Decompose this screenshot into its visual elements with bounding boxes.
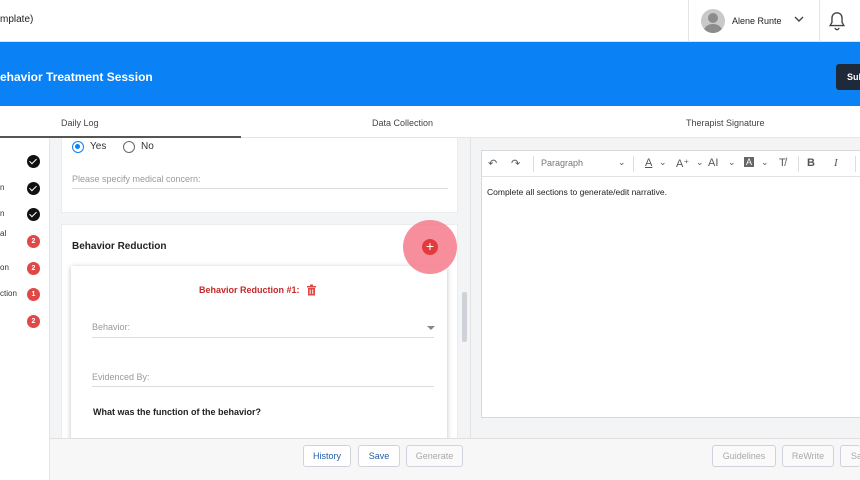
sidebar-item[interactable]: al 2 <box>0 229 50 249</box>
section-title: Behavior Reduction <box>72 241 167 252</box>
editor-toolbar: ↶ ↷ Paragraph ⌄ A ⌄ A⁺ ⌄ AI ⌄ A ⌄ T̸ B I <box>482 151 860 177</box>
sidebar-item[interactable]: n <box>0 182 50 196</box>
toolbar-divider <box>855 156 856 172</box>
scrollbar[interactable] <box>462 292 467 342</box>
form-actions: History Save Generate <box>50 438 470 480</box>
function-question: What was the function of the behavior? <box>93 407 262 417</box>
user-menu[interactable]: Alene Runte <box>688 0 820 42</box>
sidebar-item-label: ction <box>0 289 17 298</box>
avatar <box>701 9 725 33</box>
dropdown-arrow-icon <box>427 326 435 330</box>
count-badge: 2 <box>27 262 40 275</box>
check-icon <box>27 155 40 168</box>
top-bar: mplate) Alene Runte <box>0 0 860 42</box>
narrative-actions: Guidelines ReWrite Sa <box>470 438 860 480</box>
generate-button[interactable]: Generate <box>406 445 463 467</box>
add-behavior-button[interactable]: + <box>403 220 457 274</box>
tab-therapist-signature[interactable]: Therapist Signature <box>686 118 765 128</box>
sidebar-item[interactable]: ction 1 <box>0 288 50 302</box>
toolbar-divider <box>798 156 799 172</box>
clear-format-icon[interactable]: T̸ <box>779 157 786 169</box>
input-underline <box>92 386 434 387</box>
submit-button[interactable]: Sub <box>836 64 860 90</box>
behavior-reduction-item: Behavior Reduction #1: Behavior: Evidenc… <box>71 266 447 438</box>
item-title: Behavior Reduction #1: <box>199 285 300 295</box>
italic-icon[interactable]: I <box>834 157 838 169</box>
sidebar-item[interactable]: 2 <box>0 315 50 329</box>
highlight-icon[interactable]: A <box>744 157 755 167</box>
tab-bar: Daily Log Data Collection Therapist Sign… <box>0 106 860 138</box>
count-badge: 1 <box>27 288 40 301</box>
check-icon <box>27 182 40 195</box>
text-case-icon[interactable]: AI <box>708 157 718 169</box>
count-badge: 2 <box>27 315 40 328</box>
chevron-down-icon: ⌄ <box>696 157 704 167</box>
section-sidebar: n n al 2 on 2 ction 1 2 <box>0 138 50 480</box>
yes-label: Yes <box>90 141 107 152</box>
user-name: Alene Runte <box>732 16 782 26</box>
redo-icon[interactable]: ↷ <box>511 157 520 170</box>
rewrite-button[interactable]: ReWrite <box>782 445 834 467</box>
chevron-down-icon <box>794 16 804 22</box>
plus-icon: + <box>422 239 438 255</box>
input-underline <box>92 337 434 338</box>
sidebar-item[interactable]: n <box>0 208 50 222</box>
toolbar-divider <box>633 156 634 172</box>
chevron-down-icon: ⌄ <box>761 157 769 167</box>
font-color-icon[interactable]: A <box>645 157 652 169</box>
chevron-down-icon: ⌄ <box>728 157 736 167</box>
page-title: ehavior Treatment Session <box>0 70 153 84</box>
no-label: No <box>141 141 154 152</box>
bell-icon[interactable] <box>826 10 848 32</box>
chevron-down-icon: ⌄ <box>659 157 667 167</box>
save-narrative-button[interactable]: Sa <box>840 445 860 467</box>
yes-radio[interactable] <box>72 141 84 153</box>
narrative-pane: ↶ ↷ Paragraph ⌄ A ⌄ A⁺ ⌄ AI ⌄ A ⌄ T̸ B I… <box>470 138 860 438</box>
medical-concern-card: Yes No Please specify medical concern: <box>61 138 458 213</box>
paragraph-style-select[interactable]: Paragraph <box>541 158 583 168</box>
tab-data-collection[interactable]: Data Collection <box>372 118 433 128</box>
no-radio[interactable] <box>123 141 135 153</box>
behavior-select[interactable]: Behavior: <box>92 322 130 332</box>
narrative-text: Complete all sections to generate/edit n… <box>487 187 668 197</box>
sidebar-item[interactable] <box>0 155 50 169</box>
sidebar-item-label: n <box>0 183 5 192</box>
sidebar-item[interactable]: on 2 <box>0 262 50 276</box>
bold-icon[interactable]: B <box>807 157 815 169</box>
guidelines-button[interactable]: Guidelines <box>712 445 776 467</box>
save-button[interactable]: Save <box>358 445 400 467</box>
sidebar-item-label: al <box>0 229 7 238</box>
daily-log-form: Yes No Please specify medical concern: B… <box>50 138 462 438</box>
undo-icon[interactable]: ↶ <box>488 157 497 170</box>
count-badge: 2 <box>27 235 40 248</box>
sidebar-item-label: n <box>0 209 5 218</box>
check-icon <box>27 208 40 221</box>
tab-daily-log[interactable]: Daily Log <box>61 118 99 128</box>
medical-concern-input[interactable]: Please specify medical concern: <box>72 174 201 184</box>
input-underline <box>72 188 448 189</box>
history-button[interactable]: History <box>303 445 351 467</box>
document-title: mplate) <box>0 14 34 25</box>
font-size-icon[interactable]: A⁺ <box>676 157 689 170</box>
toolbar-divider <box>533 156 534 172</box>
chevron-down-icon: ⌄ <box>618 157 626 167</box>
narrative-editor[interactable]: ↶ ↷ Paragraph ⌄ A ⌄ A⁺ ⌄ AI ⌄ A ⌄ T̸ B I… <box>481 150 860 418</box>
evidenced-by-input[interactable]: Evidenced By: <box>92 372 150 382</box>
session-banner: ehavior Treatment Session Sub <box>0 42 860 106</box>
trash-icon[interactable] <box>306 284 317 296</box>
sidebar-item-label: on <box>0 263 9 272</box>
